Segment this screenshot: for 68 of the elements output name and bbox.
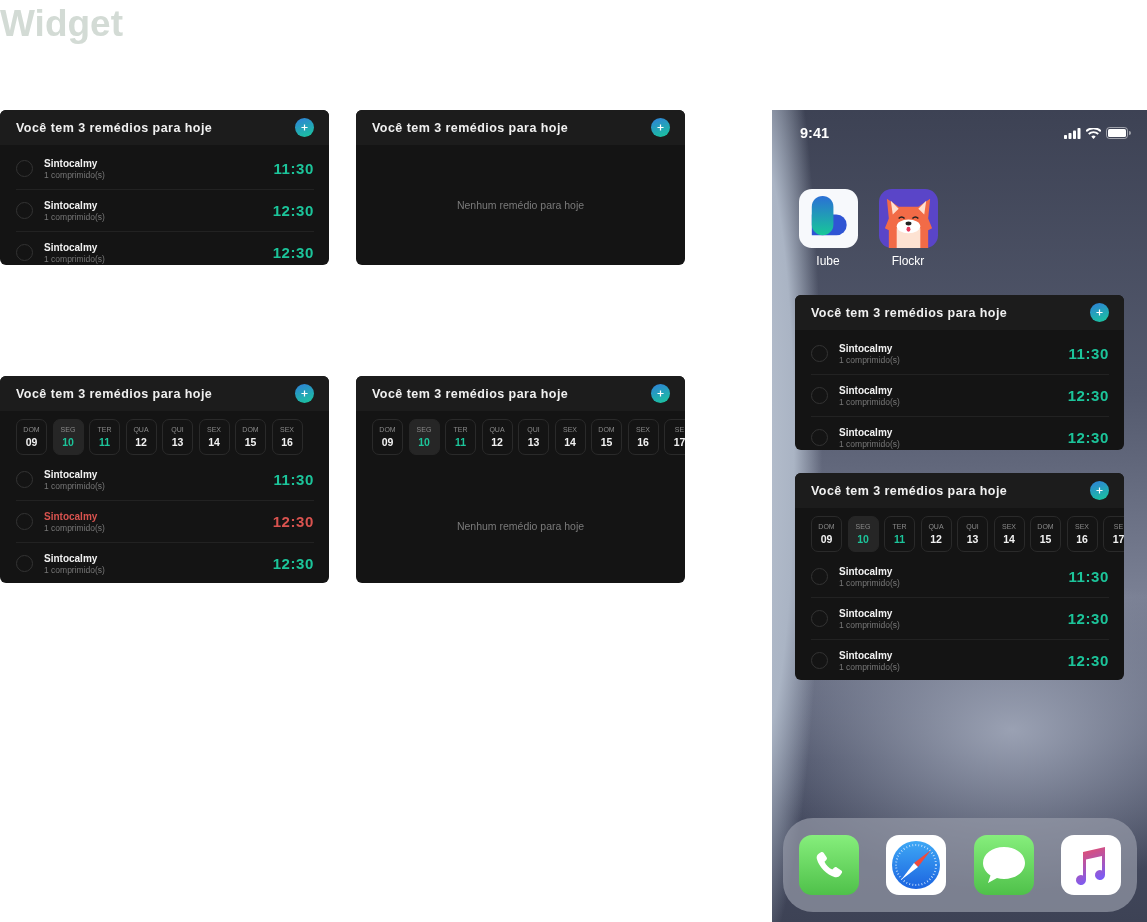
medicine-name: Sintocalmy xyxy=(839,342,894,355)
wifi-icon xyxy=(1086,127,1101,139)
widget-title: Você tem 3 remédios para hoje xyxy=(811,483,1008,498)
chat-app-icon[interactable] xyxy=(973,835,1034,895)
add-button[interactable] xyxy=(295,384,314,403)
add-button[interactable] xyxy=(651,118,670,137)
medicine-name: Sintocalmy xyxy=(44,199,99,212)
medicine-name: Sintocalmy xyxy=(44,552,99,565)
plus-icon xyxy=(1096,487,1103,494)
medicine-dose: 1 comprimido(s) xyxy=(839,619,901,630)
empty-message: Nenhum remédio para hoje xyxy=(456,199,585,211)
medicine-name: Sintocalmy xyxy=(44,241,99,254)
add-button[interactable] xyxy=(651,384,670,403)
music-app-icon[interactable] xyxy=(1061,835,1121,895)
medicine-name: Sintocalmy xyxy=(839,565,894,578)
dose-time: 12:30 xyxy=(1067,610,1109,627)
medicine-name: Sintocalmy xyxy=(839,426,894,439)
medicine-name: Sintocalmy xyxy=(839,384,894,397)
dose-time: 12:30 xyxy=(272,244,314,261)
phone-app-icon[interactable] xyxy=(799,835,859,895)
plus-icon xyxy=(1096,309,1103,316)
dose-time: 12:30 xyxy=(272,202,314,219)
medicine-name: Sintocalmy xyxy=(44,157,99,170)
app-label: Iube xyxy=(816,254,840,268)
medicine-name: Sintocalmy xyxy=(44,510,99,523)
dose-time: 11:30 xyxy=(273,160,314,177)
medicine-name: Sintocalmy xyxy=(839,607,894,620)
compass-app-icon[interactable] xyxy=(886,835,947,895)
medicine-dose: 1 comprimido(s) xyxy=(44,522,106,533)
dose-time: 12:30 xyxy=(1067,387,1109,404)
dose-time: 12:30 xyxy=(1067,652,1109,669)
medicine-dose: 1 comprimido(s) xyxy=(839,396,901,407)
dose-time: 11:30 xyxy=(1068,345,1109,362)
app-label: Flockr xyxy=(891,254,925,268)
plus-icon xyxy=(301,124,308,131)
add-button[interactable] xyxy=(1090,481,1109,500)
dose-time: 11:30 xyxy=(273,471,314,488)
widget-title: Você tem 3 remédios para hoje xyxy=(372,120,569,135)
medicine-dose: 1 comprimido(s) xyxy=(44,253,106,264)
medicine-dose: 1 comprimido(s) xyxy=(44,169,106,180)
status-time: 9:41 xyxy=(800,125,830,141)
signal-icon xyxy=(1064,127,1081,139)
fox-app-icon[interactable] xyxy=(878,189,938,248)
dose-time: 11:30 xyxy=(1068,568,1109,585)
medicine-dose: 1 comprimido(s) xyxy=(44,480,106,491)
widget-title: Você tem 3 remédios para hoje xyxy=(372,386,569,401)
add-button[interactable] xyxy=(295,118,314,137)
medicine-name: Sintocalmy xyxy=(44,468,99,481)
plus-icon xyxy=(657,124,664,131)
widget-title: Você tem 3 remédios para hoje xyxy=(811,305,1008,320)
plus-icon xyxy=(657,390,664,397)
dose-time: 12:30 xyxy=(1067,429,1109,446)
plus-icon xyxy=(301,390,308,397)
medicine-name: Sintocalmy xyxy=(839,649,894,662)
widget-title: Você tem 3 remédios para hoje xyxy=(16,120,213,135)
dose-time: 12:30 xyxy=(272,513,314,530)
widget-title: Você tem 3 remédios para hoje xyxy=(16,386,213,401)
dose-time: 12:30 xyxy=(272,555,314,572)
empty-message: Nenhum remédio para hoje xyxy=(456,520,585,532)
medicine-dose: 1 comprimido(s) xyxy=(839,661,901,672)
medicine-dose: 1 comprimido(s) xyxy=(839,438,901,449)
medicine-dose: 1 comprimido(s) xyxy=(839,577,901,588)
battery-icon xyxy=(1106,127,1131,139)
app-icon[interactable] xyxy=(798,189,858,248)
medicine-dose: 1 comprimido(s) xyxy=(44,211,106,222)
medicine-dose: 1 comprimido(s) xyxy=(839,354,901,365)
medicine-dose: 1 comprimido(s) xyxy=(44,564,106,575)
add-button[interactable] xyxy=(1090,303,1109,322)
